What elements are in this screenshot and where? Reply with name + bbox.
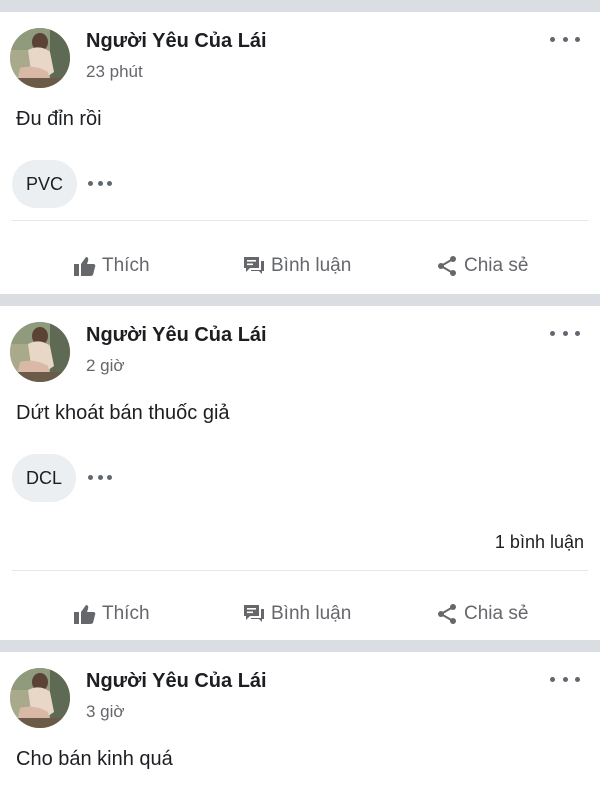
comment-label: Bình luận xyxy=(271,255,352,276)
divider xyxy=(12,220,588,221)
comment-button[interactable]: Bình luận xyxy=(243,238,351,294)
post-actions: Thích Bình luận Chia sẻ xyxy=(0,586,600,642)
share-label: Chia sẻ xyxy=(464,603,529,624)
share-nodes-icon xyxy=(438,256,456,276)
post-card: Người Yêu Của Lái 23 phút Đu đỉn rồi PVC… xyxy=(0,12,600,294)
avatar[interactable] xyxy=(10,322,70,382)
avatar[interactable] xyxy=(10,28,70,88)
post-text: Dứt khoát bán thuốc giả xyxy=(16,402,230,424)
avatar[interactable] xyxy=(10,668,70,728)
comment-button[interactable]: Bình luận xyxy=(243,586,351,642)
speech-bubbles-icon xyxy=(244,257,264,274)
comment-more-icon[interactable] xyxy=(88,179,112,187)
post-author[interactable]: Người Yêu Của Lái xyxy=(86,670,267,693)
comment-author-pill[interactable]: PVC xyxy=(12,160,78,208)
share-button[interactable]: Chia sẻ xyxy=(436,586,528,642)
thumbs-up-icon xyxy=(74,605,96,624)
post-text: Đu đỉn rồi xyxy=(16,108,102,130)
share-button[interactable]: Chia sẻ xyxy=(436,238,528,294)
post-author[interactable]: Người Yêu Của Lái xyxy=(86,324,267,347)
post-time[interactable]: 2 giờ xyxy=(86,356,125,376)
comment-more-icon[interactable] xyxy=(88,473,112,481)
divider xyxy=(12,570,588,571)
share-nodes-icon xyxy=(438,604,456,624)
thumbs-up-icon xyxy=(74,257,96,276)
speech-bubbles-icon xyxy=(244,605,264,622)
comment-author-pill[interactable]: DCL xyxy=(12,454,77,502)
more-options-icon[interactable] xyxy=(550,671,580,687)
post-text: Cho bán kinh quá xyxy=(16,748,173,770)
comment-label: Bình luận xyxy=(271,603,352,624)
like-label: Thích xyxy=(102,603,150,624)
comment-count[interactable]: 1 bình luận xyxy=(495,532,584,553)
more-options-icon[interactable] xyxy=(550,325,580,341)
like-label: Thích xyxy=(102,255,150,276)
like-button[interactable]: Thích xyxy=(74,586,150,642)
share-label: Chia sẻ xyxy=(464,255,529,276)
post-actions: Thích Bình luận Chia sẻ xyxy=(0,238,600,294)
post-card: Người Yêu Của Lái 2 giờ Dứt khoát bán th… xyxy=(0,306,600,640)
post-author[interactable]: Người Yêu Của Lái xyxy=(86,30,267,53)
post-time[interactable]: 23 phút xyxy=(86,62,143,82)
post-card: Người Yêu Của Lái 3 giờ Cho bán kinh quá xyxy=(0,652,600,800)
like-button[interactable]: Thích xyxy=(74,238,150,294)
post-time[interactable]: 3 giờ xyxy=(86,702,125,722)
more-options-icon[interactable] xyxy=(550,31,580,47)
